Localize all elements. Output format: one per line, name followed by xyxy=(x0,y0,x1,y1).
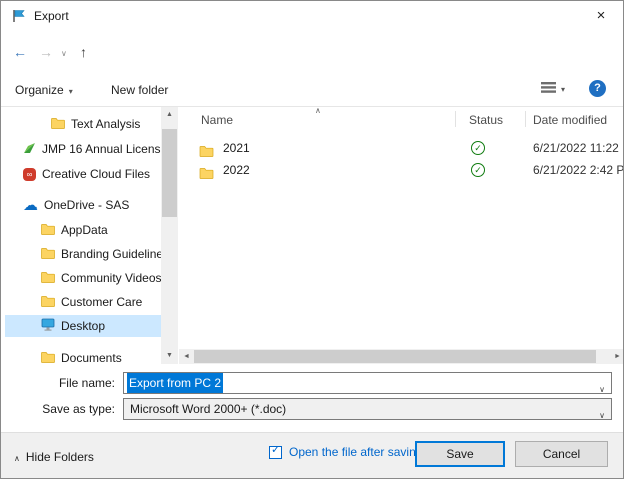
scrollbar-thumb[interactable] xyxy=(194,350,596,363)
folder-icon xyxy=(199,164,214,186)
column-divider[interactable] xyxy=(525,111,526,127)
export-icon xyxy=(12,9,26,23)
sidebar-item-label: Customer Care xyxy=(61,295,143,309)
sidebar-item-jmp-license[interactable]: JMP 16 Annual License xyxy=(5,138,161,160)
file-name-value: Export from PC 2 xyxy=(127,373,224,393)
sidebar-item-desktop[interactable]: Desktop xyxy=(5,315,161,337)
help-button[interactable]: ? xyxy=(589,80,606,97)
sidebar-item-label: Community Videos xyxy=(61,271,161,285)
folder-icon xyxy=(41,268,55,289)
back-button[interactable]: ← xyxy=(13,44,27,60)
file-list: Name ∧ Status Date modified 2021 ✓ 6/21/… xyxy=(179,107,624,364)
scroll-left-icon[interactable]: ◄ xyxy=(179,349,194,364)
save-as-type-label: Save as type: xyxy=(42,402,115,416)
folder-icon xyxy=(41,220,55,241)
onedrive-icon: ☁ xyxy=(23,196,38,214)
file-name: 2021 xyxy=(223,141,250,155)
open-after-saving-checkbox[interactable]: ✓ xyxy=(269,444,282,459)
folder-icon xyxy=(41,244,55,265)
column-header-name[interactable]: Name xyxy=(201,113,233,127)
sidebar-item-text-analysis[interactable]: Text Analysis xyxy=(5,113,161,135)
close-button[interactable]: × xyxy=(579,1,623,31)
chevron-down-icon[interactable]: ∨ xyxy=(599,406,605,426)
views-icon xyxy=(541,81,556,97)
save-as-type-value: Microsoft Word 2000+ (*.doc) xyxy=(130,402,287,416)
chevron-down-icon[interactable]: ∨ xyxy=(599,380,605,400)
sidebar-item-label: AppData xyxy=(61,223,108,237)
synced-status-icon: ✓ xyxy=(471,141,485,155)
synced-status-icon: ✓ xyxy=(471,163,485,177)
folder-icon xyxy=(41,348,55,364)
scroll-right-icon[interactable]: ► xyxy=(610,349,623,364)
dropdown-icon: ▾ xyxy=(68,87,73,96)
organize-label: Organize xyxy=(15,83,64,97)
organize-button[interactable]: Organize ▾ xyxy=(15,80,73,100)
file-row-2022[interactable]: 2022 ✓ 6/21/2022 2:42 P xyxy=(179,159,624,181)
chevron-up-icon: ∧ xyxy=(14,454,20,463)
sidebar-item-label: Branding Guidelines xyxy=(61,247,161,261)
dropdown-icon: ▾ xyxy=(561,85,566,95)
folder-icon xyxy=(51,114,65,135)
save-as-type-select[interactable]: Microsoft Word 2000+ (*.doc) ∨ xyxy=(123,398,612,420)
column-divider[interactable] xyxy=(455,111,456,127)
forward-button[interactable]: → xyxy=(39,44,53,60)
sort-ascending-icon[interactable]: ∧ xyxy=(315,107,321,115)
file-list-horizontal-scrollbar[interactable]: ◄ ► xyxy=(179,349,623,364)
close-icon: × xyxy=(596,7,606,24)
column-header-status[interactable]: Status xyxy=(469,113,503,127)
navigation-bar: ← → ∨ ↑ « Desktop › Saving Worley ∨ ↻ Se… xyxy=(1,31,623,98)
file-name-input[interactable]: Export from PC 2 ∨ xyxy=(123,372,612,394)
sidebar-item-community-videos[interactable]: Community Videos xyxy=(5,267,161,289)
sidebar-item-label: Documents xyxy=(61,351,122,364)
open-after-saving-label[interactable]: Open the file after saving xyxy=(289,445,422,459)
jmp-icon xyxy=(23,139,36,160)
hide-folders-button[interactable]: ∧ Hide Folders xyxy=(14,445,94,469)
desktop-icon xyxy=(41,316,55,337)
window-title: Export xyxy=(34,9,69,23)
sidebar-item-creative-cloud-files[interactable]: ∞ Creative Cloud Files xyxy=(5,163,161,185)
date-modified: 6/21/2022 2:42 P xyxy=(533,163,624,177)
date-modified: 6/21/2022 11:22 xyxy=(533,141,619,155)
title-bar[interactable]: Export × xyxy=(1,1,623,31)
command-toolbar: Organize ▾ New folder ▾ ? xyxy=(1,71,623,107)
scrollbar-thumb[interactable] xyxy=(162,129,177,217)
dialog-footer: ∧ Hide Folders ✓ Open the file after savi… xyxy=(1,432,623,478)
new-folder-label: New folder xyxy=(111,83,169,97)
sidebar-item-label: Text Analysis xyxy=(71,117,141,131)
scroll-up-icon[interactable]: ▲ xyxy=(161,107,178,123)
views-button[interactable]: ▾ xyxy=(541,81,565,97)
folder-icon xyxy=(41,292,55,313)
file-row-2021[interactable]: 2021 ✓ 6/21/2022 11:22 xyxy=(179,137,623,159)
check-icon: ✓ xyxy=(271,444,281,456)
sidebar-item-label: OneDrive - SAS xyxy=(44,198,130,212)
help-icon: ? xyxy=(594,82,601,94)
sidebar-item-label: Desktop xyxy=(61,319,106,333)
cancel-button[interactable]: Cancel xyxy=(515,441,608,467)
save-button[interactable]: Save xyxy=(415,441,505,467)
new-folder-button[interactable]: New folder xyxy=(111,80,168,100)
creative-cloud-icon: ∞ xyxy=(23,168,36,182)
sidebar-item-onedrive-sas[interactable]: ☁ OneDrive - SAS xyxy=(5,194,161,216)
sidebar-item-documents[interactable]: Documents xyxy=(5,347,161,364)
navigation-pane: Text Analysis JMP 16 Annual License ∞ Cre… xyxy=(1,107,161,364)
file-name: 2022 xyxy=(223,163,250,177)
sidebar-item-customer-care[interactable]: Customer Care xyxy=(5,291,161,313)
scroll-down-icon[interactable]: ▼ xyxy=(161,348,178,364)
file-name-label: File name: xyxy=(58,376,115,390)
sidebar-item-appdata[interactable]: AppData xyxy=(5,219,161,241)
sidebar-item-label: JMP 16 Annual License xyxy=(42,142,161,156)
recent-locations-icon[interactable]: ∨ xyxy=(61,49,67,58)
up-button[interactable]: ↑ xyxy=(80,44,87,60)
sidebar-item-label: Creative Cloud Files xyxy=(42,167,151,181)
export-dialog: Export × ← → ∨ ↑ « Desktop › Saving Worl… xyxy=(0,0,624,479)
column-header-date-modified[interactable]: Date modified xyxy=(533,113,607,127)
hide-folders-label: Hide Folders xyxy=(25,450,94,464)
sidebar-scrollbar[interactable]: ▲ ▼ xyxy=(161,107,178,364)
sidebar-item-branding-guidelines[interactable]: Branding Guidelines xyxy=(5,243,161,265)
